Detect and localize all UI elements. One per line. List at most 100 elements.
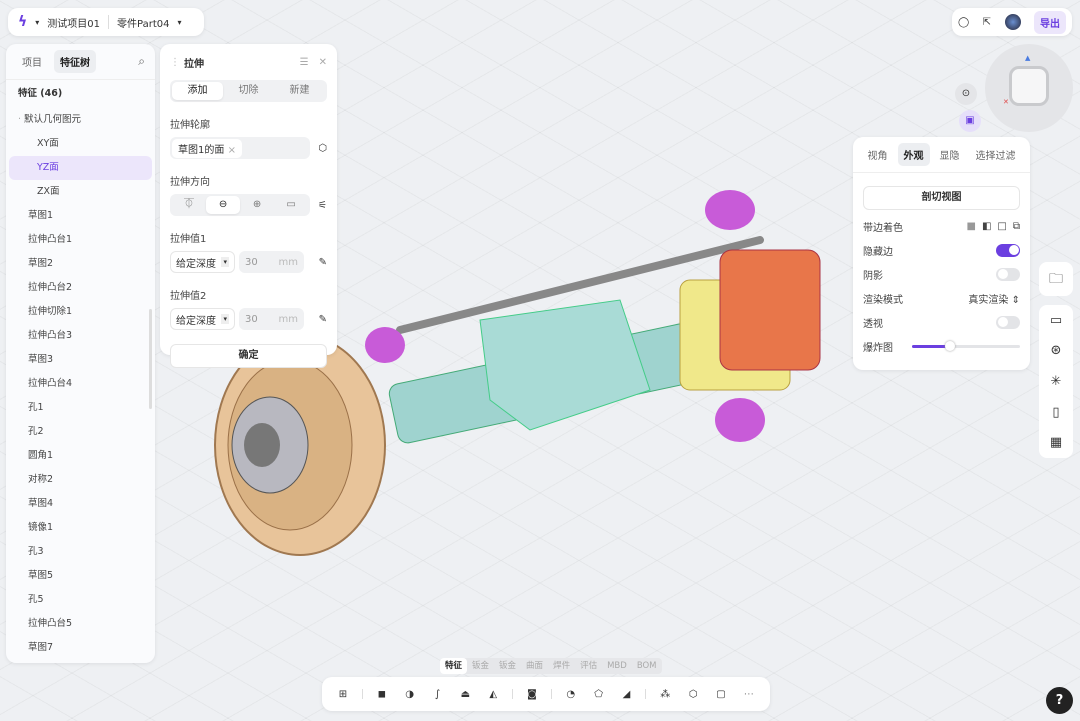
value2-type-select[interactable]: 给定深度 ▾ — [170, 308, 235, 330]
section-view-button[interactable]: 剖切视图 — [863, 186, 1020, 210]
shaded-with-edges-icon[interactable]: ◧ — [982, 221, 991, 232]
perspective-toggle[interactable] — [996, 315, 1020, 329]
render-mode-select[interactable]: 真实渲染 ⇕ — [968, 291, 1020, 306]
slider-handle[interactable] — [944, 340, 955, 351]
value2-input[interactable]: 30 mm — [239, 308, 304, 330]
hidden-lines-icon[interactable]: ⧉ — [1013, 221, 1020, 232]
fillet-icon[interactable]: ◔ — [562, 685, 580, 703]
chevron-down-icon[interactable]: ▾ — [35, 18, 39, 27]
edit-icon[interactable]: ✎ — [319, 257, 327, 268]
sweep-icon[interactable]: ∫ — [429, 685, 447, 703]
direction-reverse-icon[interactable]: ⊖ — [206, 196, 241, 214]
effects-sparkle-icon[interactable]: ✳ — [1051, 374, 1062, 389]
tab-feature-tree[interactable]: 特征树 — [54, 50, 96, 73]
bottom-tab[interactable]: 特征 — [440, 658, 468, 674]
tree-item[interactable]: 拉伸凸台2 — [6, 276, 155, 300]
hidden-edges-toggle[interactable] — [996, 243, 1020, 257]
wireframe-icon[interactable]: □ — [997, 221, 1006, 232]
box-icon[interactable]: ▢ — [712, 685, 730, 703]
rib-icon[interactable]: ◭ — [484, 685, 502, 703]
profile-field[interactable]: 草图1的面 × — [170, 137, 311, 159]
tree-item[interactable]: 拉伸凸台4 — [6, 372, 155, 396]
tree-item[interactable]: 孔1 — [6, 396, 155, 420]
value1-type-select[interactable]: 给定深度 ▾ — [170, 251, 235, 273]
display-icon[interactable]: ▭ — [1050, 313, 1062, 328]
loft-icon[interactable]: ⏏ — [456, 685, 474, 703]
bottom-tab[interactable]: 曲面 — [521, 658, 548, 674]
bottom-tab[interactable]: 钣金 — [467, 658, 494, 674]
tree-group[interactable]: · 默认几何图元 — [6, 108, 155, 132]
tree-item[interactable]: 圆角1 — [6, 444, 155, 468]
tree-item[interactable]: 孔3 — [6, 540, 155, 564]
revolve-icon[interactable]: ◑ — [401, 685, 419, 703]
view-cube[interactable] — [1009, 66, 1049, 106]
tab-view-angle[interactable]: 视角 — [862, 143, 894, 166]
mode-new[interactable]: 新建 — [274, 82, 325, 100]
bottom-tab[interactable]: MBD — [602, 658, 632, 674]
pattern-icon[interactable]: ⁂ — [656, 685, 674, 703]
select-body-icon[interactable]: ⬡ — [318, 143, 327, 154]
tree-item[interactable]: 镜像1 — [6, 516, 155, 540]
view-cube-navigator[interactable]: ▲ ✕ — [985, 44, 1073, 132]
tree-item[interactable]: 草图7 — [6, 636, 155, 660]
tree-item[interactable]: 草图5 — [6, 564, 155, 588]
tab-appearance[interactable]: 外观 — [897, 143, 930, 166]
draft-icon[interactable]: ◢ — [618, 685, 636, 703]
fit-view-button[interactable]: ⊙ — [955, 83, 977, 105]
mode-add[interactable]: 添加 — [172, 82, 223, 100]
confirm-button[interactable]: 确定 — [170, 344, 327, 368]
close-icon[interactable]: ✕ — [319, 57, 327, 68]
shaded-icon[interactable]: ■ — [967, 221, 976, 232]
tab-project[interactable]: 项目 — [16, 50, 48, 73]
tree-item[interactable]: 拉伸切除1 — [6, 300, 155, 324]
chamfer-icon[interactable]: ⬠ — [590, 685, 608, 703]
project-name[interactable]: 测试项目01 — [47, 15, 100, 30]
tree-item[interactable]: 拉伸凸台3 — [6, 324, 155, 348]
bottom-tab[interactable]: 钣金 — [494, 658, 521, 674]
scrollbar[interactable] — [149, 309, 152, 409]
part-name[interactable]: 零件Part04 — [117, 15, 169, 30]
drag-handle-icon[interactable]: ⋮ — [170, 57, 180, 68]
bottom-tab[interactable]: 评估 — [575, 658, 602, 674]
edit-icon[interactable]: ✎ — [319, 314, 327, 325]
tree-item[interactable]: 对称2 — [6, 468, 155, 492]
hole-icon[interactable]: ◙ — [523, 685, 541, 703]
tab-visibility[interactable]: 显隐 — [934, 143, 966, 166]
table-icon[interactable]: ▦ — [1050, 435, 1062, 450]
display-mode-button[interactable]: ▣ — [959, 110, 981, 132]
export-button[interactable]: 导出 — [1034, 10, 1066, 34]
tree-item[interactable]: 孔5 — [6, 588, 155, 612]
explode-slider[interactable] — [912, 340, 1020, 351]
mode-cut[interactable]: 切除 — [223, 82, 274, 100]
share-icon[interactable]: ⇱ — [983, 17, 991, 28]
tree-item[interactable]: 草图2 — [6, 252, 155, 276]
add-icon[interactable]: ⊞ — [334, 685, 352, 703]
tree-item[interactable]: 拉伸凸台1 — [6, 228, 155, 252]
tree-item[interactable]: 草图1 — [6, 204, 155, 228]
direction-one-icon[interactable]: ⏁ — [172, 196, 206, 214]
bottom-tab[interactable]: BOM — [632, 658, 662, 674]
materials-icon[interactable]: ⊛ — [1051, 343, 1062, 358]
clipboard-icon[interactable]: ▯ — [1052, 405, 1059, 420]
shell-icon[interactable]: ⬡ — [684, 685, 702, 703]
tree-item[interactable]: YZ面 — [9, 156, 152, 180]
tree-item[interactable]: 草图4 — [6, 492, 155, 516]
tree-item[interactable]: ZX面 — [6, 180, 155, 204]
avatar[interactable] — [1004, 14, 1021, 30]
direction-symmetric-icon[interactable]: ▭ — [274, 196, 308, 214]
search-icon[interactable]: ⌕ — [138, 54, 145, 69]
tree-item[interactable]: 孔2 — [6, 420, 155, 444]
app-logo-icon[interactable]: ϟ — [18, 14, 27, 30]
remove-icon[interactable]: × — [228, 145, 236, 156]
help-button[interactable]: ? — [1046, 687, 1073, 714]
shadow-toggle[interactable] — [996, 267, 1020, 281]
more-icon[interactable]: ⋯ — [740, 685, 758, 703]
tree-item[interactable]: 草图3 — [6, 348, 155, 372]
notification-bell-icon[interactable]: ◯ — [958, 17, 969, 28]
value1-input[interactable]: 30 mm — [239, 251, 304, 273]
tab-selection-filter[interactable]: 选择过滤 — [970, 143, 1022, 166]
tree-item[interactable]: XY面 — [6, 132, 155, 156]
collapse-icon[interactable]: ☰ — [300, 57, 309, 68]
chevron-down-icon[interactable]: ▾ — [177, 18, 181, 27]
settings-sliders-icon[interactable]: ⚟ — [318, 200, 327, 211]
